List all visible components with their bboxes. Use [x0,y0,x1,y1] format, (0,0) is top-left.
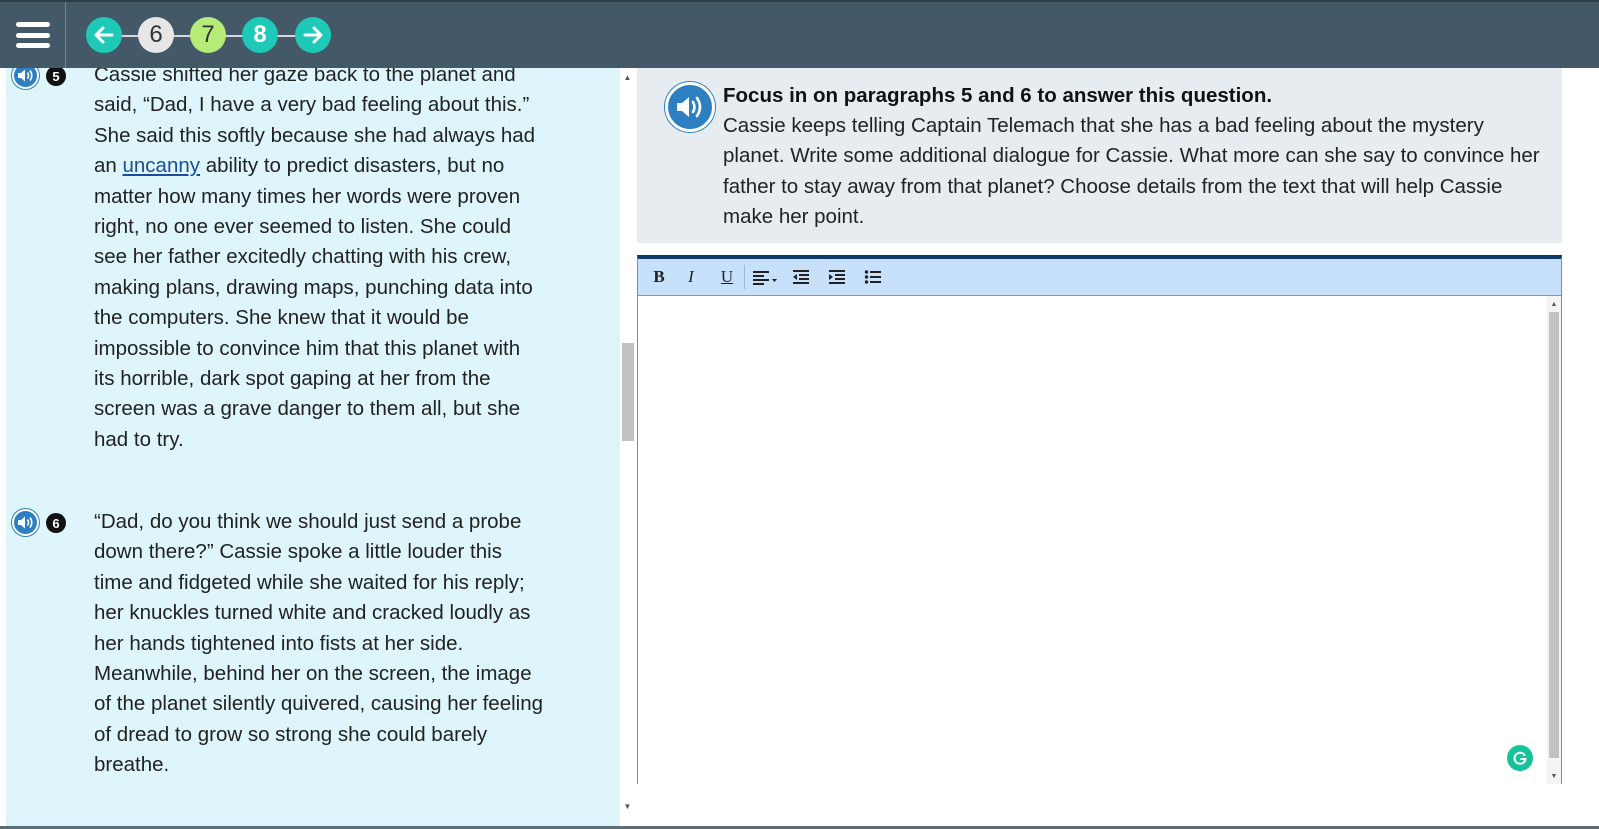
grammarly-button[interactable] [1507,745,1533,771]
outdent-button[interactable] [790,265,812,289]
paragraph-text-segment: ability to predict disasters, but no mat… [94,154,533,451]
question-7-button[interactable]: 7 [190,17,226,53]
scroll-down-arrow-icon[interactable]: ▼ [1547,770,1561,782]
question-prompt: Cassie keeps telling Captain Telemach th… [723,114,1540,229]
scrollbar-thumb[interactable] [622,343,634,441]
bulleted-list-button[interactable] [862,265,884,289]
next-question-button[interactable] [295,17,331,53]
previous-question-button[interactable] [86,17,122,53]
indent-button[interactable] [826,265,848,289]
indent-icon [829,270,845,284]
toolbar-divider [744,265,745,289]
scroll-up-arrow-icon[interactable]: ▲ [620,70,635,84]
editor-toolbar: B I U [638,259,1561,296]
arrow-right-icon [303,26,323,44]
arrow-left-icon [94,26,114,44]
response-editor: B I U ▲ ▼ [637,255,1562,784]
bullet-list-icon [864,270,881,284]
vocab-word-link[interactable]: uncanny [123,154,201,177]
speaker-icon [677,96,702,118]
speaker-icon [18,69,33,82]
paragraph-text: “Dad, do you think we should just send a… [94,510,544,777]
align-left-icon [753,271,777,285]
read-aloud-button[interactable] [12,68,39,89]
question-8-button[interactable]: 8 [242,17,278,53]
paragraph-number: 6 [46,513,66,533]
editor-scrollbar[interactable]: ▲ ▼ [1547,296,1561,784]
question-read-aloud-button[interactable] [665,82,715,132]
align-dropdown-button[interactable] [750,265,780,289]
passage-scrollbar[interactable]: ▲ ▼ [620,68,635,829]
read-aloud-button[interactable] [12,509,39,536]
menu-button[interactable] [0,2,66,68]
question-number: 8 [253,21,267,48]
underline-button[interactable]: U [716,265,738,289]
hamburger-icon [15,22,50,48]
scroll-up-arrow-icon[interactable]: ▲ [1547,298,1561,310]
speaker-icon [18,516,33,529]
grammarly-icon [1513,751,1527,765]
top-bar: 6 7 8 [0,0,1599,68]
paragraph-text: Cassie shifted her gaze back to the plan… [94,68,544,455]
response-text-area[interactable] [638,296,1547,784]
scroll-down-arrow-icon[interactable]: ▼ [620,799,635,813]
question-title: Focus in on paragraphs 5 and 6 to answer… [723,84,1273,107]
bold-button[interactable]: B [648,265,670,289]
passage-panel[interactable]: 5 Cassie shifted her gaze back to the pl… [6,68,620,829]
paragraph-number: 5 [46,68,66,86]
italic-button[interactable]: I [680,265,702,289]
outdent-icon [793,270,809,284]
question-6-button[interactable]: 6 [138,17,174,53]
scrollbar-thumb[interactable] [1549,312,1559,758]
question-number: 6 [149,21,163,48]
question-number: 7 [201,21,215,48]
question-box: Focus in on paragraphs 5 and 6 to answer… [637,68,1562,243]
